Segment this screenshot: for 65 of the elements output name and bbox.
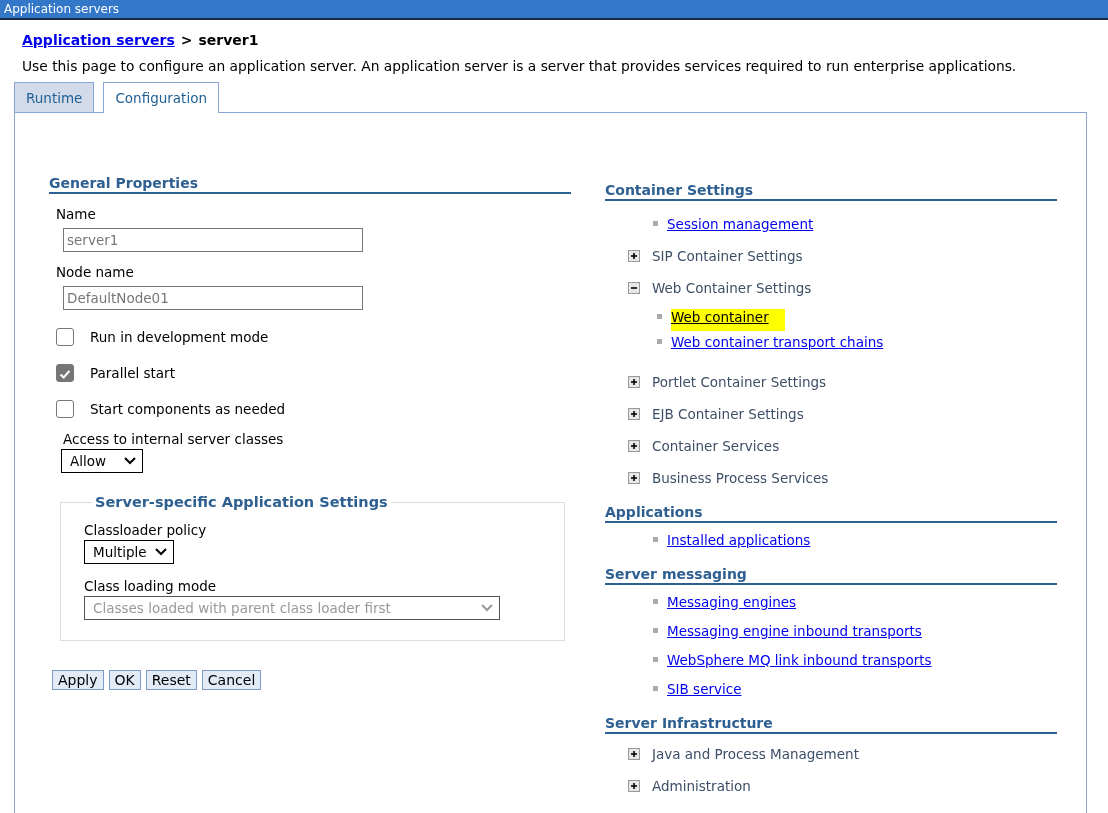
expand-icon[interactable] [628,748,640,760]
chevron-down-icon [154,548,167,556]
expand-icon[interactable] [628,780,640,792]
group-toggle[interactable]: Web Container Settings [652,280,812,296]
nav-link[interactable]: SIB service [667,680,742,697]
bullet-icon [653,537,658,542]
checkbox-label: Start components as needed [90,401,286,417]
bullet-icon [653,657,658,662]
section-heading: Applications [605,504,1057,523]
group-toggle[interactable]: Java and Process Management [652,746,859,762]
field-label: Classloader policy [84,522,208,538]
section-heading: Server messaging [605,566,1057,585]
breadcrumb-link[interactable]: Application servers [22,32,175,48]
expand-icon[interactable] [628,440,640,452]
group-toggle[interactable]: Administration [652,778,751,794]
form-button[interactable]: Reset [145,670,197,690]
section-heading: Container Settings [605,182,1057,201]
nav-link[interactable]: Installed applications [667,531,811,548]
nav-link[interactable]: Session management [667,215,814,232]
page-description: Use this page to configure an application server. An application server is a server that provides services required to run enterprise applications. [22,58,1018,74]
form-button[interactable]: OK [108,670,141,690]
dropdown[interactable]: Multiple [84,540,174,564]
nav-link[interactable]: Web container transport chains [671,333,884,350]
nav-link[interactable]: Messaging engine inbound transports [667,622,922,639]
field-label: Name [56,206,97,222]
checkbox[interactable] [56,400,74,418]
section-heading: General Properties [49,175,571,194]
bullet-icon [653,628,658,633]
breadcrumb-separator: > [180,32,193,48]
expand-icon[interactable] [628,408,640,420]
checkbox-label: Run in development mode [90,329,269,345]
group-toggle[interactable]: Portlet Container Settings [652,374,827,390]
group-toggle[interactable]: Container Services [652,438,780,454]
bullet-icon [653,599,658,604]
nav-link[interactable]: WebSphere MQ link inbound transports [667,651,932,668]
tab[interactable]: Configuration [103,82,219,113]
expand-icon[interactable] [628,376,640,388]
field-label: Access to internal server classes [63,431,285,447]
form-button[interactable]: Apply [52,670,104,690]
field-label: Class loading mode [84,578,218,594]
section-heading: Server Infrastructure [605,715,1057,734]
nav-link[interactable]: Messaging engines [667,593,797,610]
group-toggle[interactable]: EJB Container Settings [652,406,804,422]
expand-icon[interactable] [628,250,640,262]
form-button[interactable]: Cancel [201,670,262,690]
expand-icon[interactable] [628,472,640,484]
checkbox[interactable] [56,328,74,346]
bullet-icon [653,221,658,226]
chevron-down-icon [124,457,136,465]
collapse-icon[interactable] [628,282,640,294]
tab[interactable]: Runtime [14,82,95,112]
bullet-icon [653,686,658,691]
group-toggle[interactable]: SIP Container Settings [652,248,803,264]
checkbox-label: Parallel start [90,365,175,381]
window-title: Application servers [4,2,120,16]
chevron-down-icon [481,604,493,612]
bullet-icon [657,339,662,344]
field-label: Node name [56,264,135,280]
bullet-icon [657,314,662,319]
dropdown[interactable]: Allow [61,449,143,473]
checkbox[interactable] [56,364,74,382]
group-toggle[interactable]: Business Process Services [652,470,829,486]
breadcrumb-current: server1 [198,32,259,48]
group-title: Server-specific Application Settings [94,494,389,510]
nav-link[interactable]: Web container [671,308,785,331]
